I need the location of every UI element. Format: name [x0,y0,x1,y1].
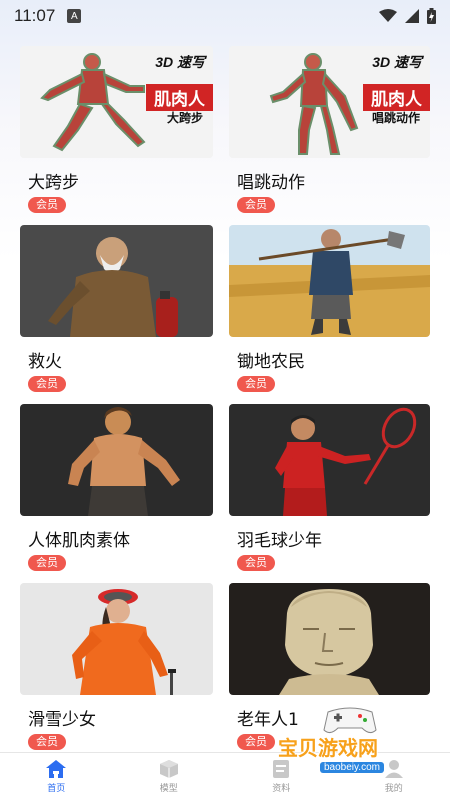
vip-badge: 会员 [28,734,66,750]
model-thumbnail[interactable] [229,583,430,695]
model-card[interactable]: 滑雪少女 会员 [20,583,213,762]
nav-label: 资料 [272,784,291,794]
firefighter-image [20,225,213,337]
model-thumbnail[interactable]: 3D 速写 肌肉人 大跨步 [20,46,213,158]
card-title[interactable]: 人体肌肉素体 [20,526,213,551]
model-thumbnail[interactable] [20,583,213,695]
card-title[interactable]: 救火 [20,347,213,372]
sub-label: 大跨步 [166,111,203,125]
elderly-man-image [229,583,430,695]
model-thumbnail[interactable]: 3D 速写 肌肉人 唱跳动作 [229,46,430,158]
status-icons [379,8,436,24]
model-card[interactable]: 3D 速写 肌肉人 唱跳动作 唱跳动作 会员 [229,46,430,225]
nav-label: 我的 [384,784,403,794]
model-card[interactable]: 人体肌肉素体 会员 [20,404,213,583]
home-icon [46,760,67,778]
vip-badge: 会员 [237,197,275,213]
watermark: 宝贝游戏网 baobeiy.com [272,702,422,782]
watermark-text: 宝贝游戏网 [278,736,378,760]
cube-icon [159,760,178,778]
model-thumbnail[interactable] [20,225,213,337]
model-card[interactable]: 3D 速写 肌肉人 大跨步 大跨步 会员 [20,46,213,225]
sub-label: 唱跳动作 [371,111,420,125]
vip-badge: 会员 [237,376,275,392]
nav-model[interactable]: 模型 [124,759,214,794]
card-title[interactable]: 唱跳动作 [229,168,430,193]
gamepad-icon [323,707,377,734]
tag-label: 肌肉人 [146,84,213,111]
nav-label: 首页 [47,784,66,794]
wifi-icon [379,9,397,22]
brand-label: 3D 速写 [155,54,205,70]
vip-badge: 会员 [28,197,66,213]
vip-badge: 会员 [28,376,66,392]
vip-badge: 会员 [237,734,275,750]
status-bar: 11:07 A [0,0,450,32]
card-title[interactable]: 羽毛球少年 [229,526,430,551]
model-thumbnail[interactable] [20,404,213,516]
vip-badge: 会员 [28,555,66,571]
status-a-icon: A [67,9,82,23]
badminton-boy-image [229,404,430,516]
nav-label: 模型 [159,784,178,794]
model-card[interactable]: 锄地农民 会员 [229,225,430,404]
card-title[interactable]: 滑雪少女 [20,705,213,730]
model-card[interactable]: 羽毛球少年 会员 [229,404,430,583]
muscular-body-image [20,404,213,516]
model-card[interactable]: 救火 会员 [20,225,213,404]
content-grid: 3D 速写 肌肉人 大跨步 大跨步 会员 3D 速写 肌肉人 唱跳动作 唱跳动作… [20,46,430,762]
signal-icon [405,9,419,23]
card-title[interactable]: 大跨步 [20,168,213,193]
farmer-image [229,225,430,337]
model-thumbnail[interactable] [229,404,430,516]
brand-label: 3D 速写 [372,54,422,70]
nav-home[interactable]: 首页 [11,759,101,794]
battery-icon [427,8,436,24]
watermark-url: baobeiy.com [320,762,384,773]
tag-label: 肌肉人 [363,84,430,111]
model-thumbnail[interactable] [229,225,430,337]
vip-badge: 会员 [237,555,275,571]
status-time: 11:07 [14,6,56,25]
ski-girl-image [20,583,213,695]
card-title[interactable]: 锄地农民 [229,347,430,372]
